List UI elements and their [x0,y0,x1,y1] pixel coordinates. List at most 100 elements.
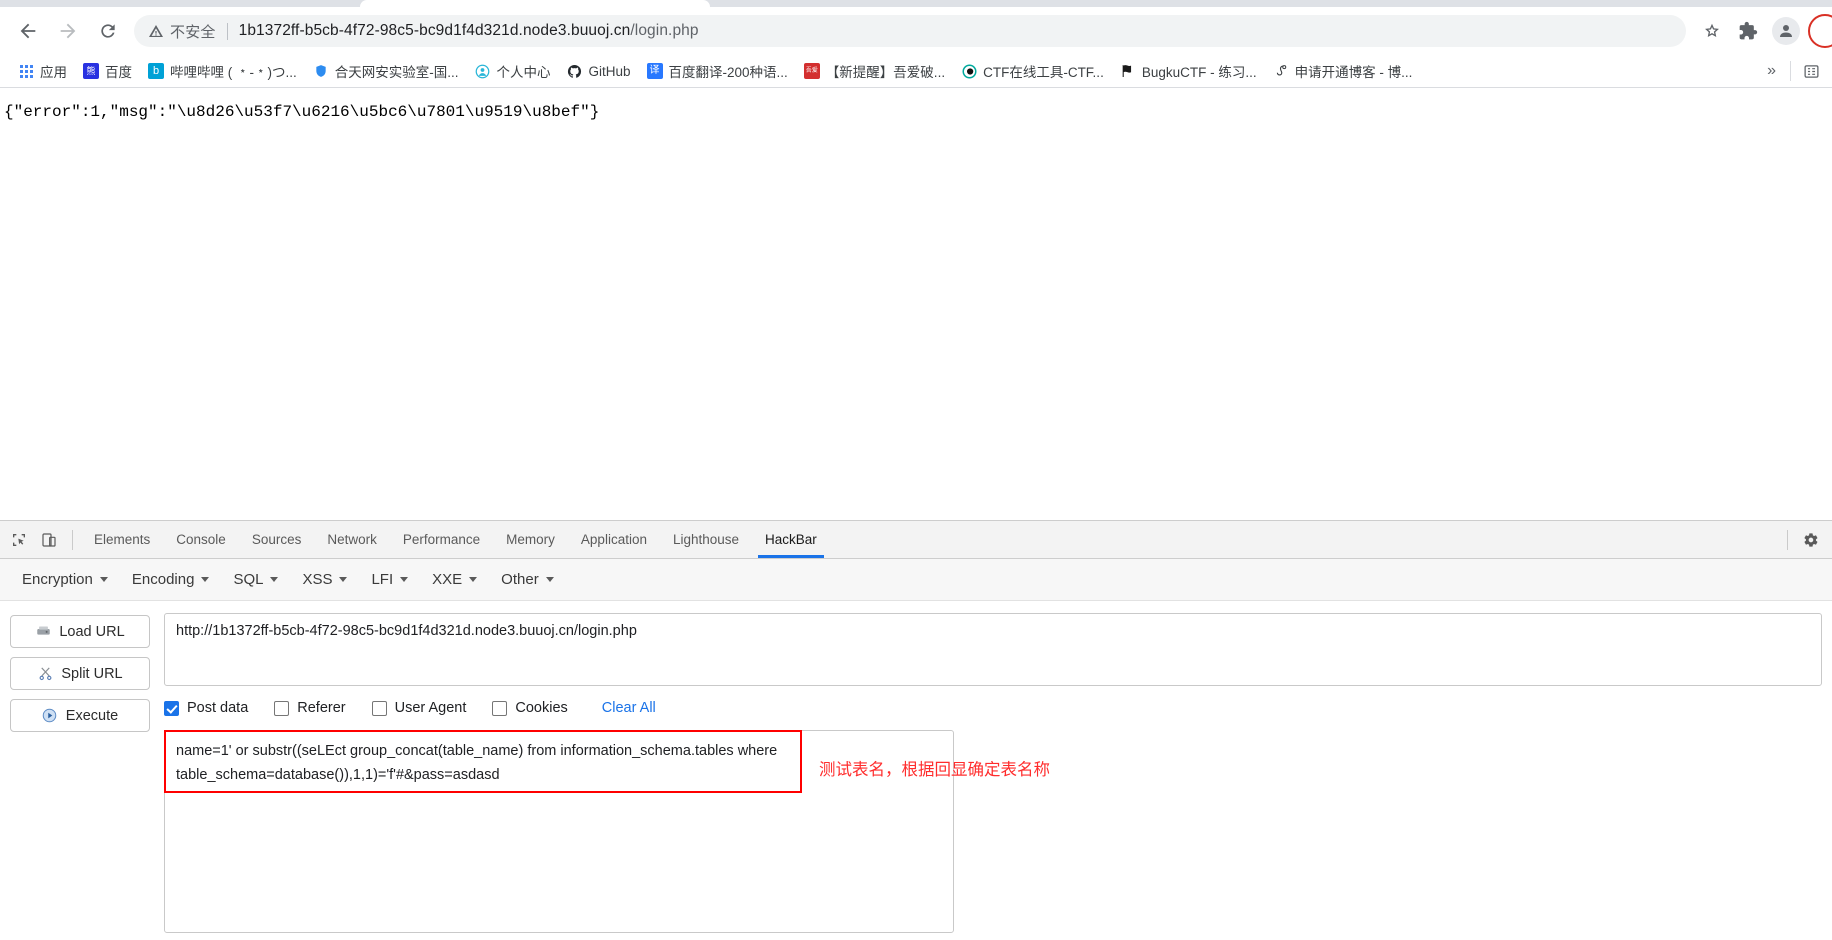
bookmarks-bar: 应用 熊 百度 b 哔哩哔哩 ( ﹡-﹡)つ... 合天网安实验室-国... 个… [0,55,1832,88]
devtools-right-divider [1787,529,1788,550]
menu-sql[interactable]: SQL [221,567,290,592]
menu-lfi[interactable]: LFI [359,567,420,592]
bookmark-baidu[interactable]: 熊 百度 [75,58,140,84]
bookmark-label: 百度 [105,65,132,80]
profile-button[interactable] [1772,17,1800,45]
hackbar-options-row: Post data Referer User Agent Cookies Cle… [164,686,1822,730]
menu-encoding[interactable]: Encoding [120,567,222,592]
flag-icon [1120,63,1136,79]
browser-chrome: 不安全 1b1372ff-b5cb-4f72-98c5-bc9d1f4d321d… [0,0,1832,88]
menu-xxe[interactable]: XXE [420,567,489,592]
bookmark-user-center[interactable]: 个人中心 [467,58,559,84]
chevron-down-icon [469,577,478,582]
bookmark-label: 哔哩哔哩 ( ﹡-﹡)つ... [170,65,297,80]
bookmark-label: 合天网安实验室-国... [334,65,459,80]
forward-button[interactable] [48,11,88,51]
tab-label: Application [580,532,647,547]
devtools-tabbar: Elements Console Sources Network Perform… [0,521,1832,559]
gear-icon[interactable] [1796,525,1826,555]
menu-xss[interactable]: XSS [290,567,359,592]
checkbox-label: Cookies [515,700,568,716]
execute-icon [42,708,58,724]
checkbox-label: User Agent [394,700,467,716]
browser-toolbar: 不安全 1b1372ff-b5cb-4f72-98c5-bc9d1f4d321d… [0,7,1832,55]
load-url-button[interactable]: Load URL [10,615,150,648]
bookmark-bugkuctf[interactable]: BugkuCTF - 练习... [1112,58,1265,84]
tab-label: Elements [94,532,151,547]
bookmark-52pojie[interactable]: 吾爱 【新提醒】吾爱破... [796,58,953,84]
ctf-tools-icon [961,63,977,79]
bookmark-github[interactable]: GitHub [559,58,639,84]
checkbox-cookies[interactable]: Cookies [492,700,568,716]
url-host: 1b1372ff-b5cb-4f72-98c5-bc9d1f4d321d.nod… [238,22,631,39]
toolbar-actions [1694,13,1832,49]
checkbox-box[interactable] [492,700,508,716]
forward-arrow-icon [60,23,76,39]
bookmark-star-button[interactable] [1694,13,1730,49]
clear-all-link[interactable]: Clear All [602,700,656,716]
reload-button[interactable] [88,11,128,51]
tab-memory[interactable]: Memory [493,521,568,558]
active-tab[interactable] [360,0,710,7]
security-status-label: 不安全 [170,23,216,41]
chevron-down-icon [99,577,108,582]
tab-hackbar[interactable]: HackBar [752,521,830,558]
reload-icon [101,24,115,38]
bookmark-blog[interactable]: 申请开通博客 - 博... [1265,58,1421,84]
omnibox[interactable]: 不安全 1b1372ff-b5cb-4f72-98c5-bc9d1f4d321d… [134,15,1686,47]
bookmarks-overflow-button[interactable]: » [1757,62,1786,80]
checkbox-box[interactable] [274,700,290,716]
execute-button[interactable]: Execute [10,699,150,732]
tab-performance[interactable]: Performance [390,521,493,558]
bookmark-apps[interactable]: 应用 [10,58,75,84]
menu-label: LFI [371,571,394,588]
tab-application[interactable]: Application [568,521,660,558]
tab-label: Network [327,532,377,547]
menu-encryption[interactable]: Encryption [10,567,120,592]
back-button[interactable] [8,11,48,51]
chevron-down-icon [270,577,279,582]
load-url-icon [35,624,51,640]
tab-console[interactable]: Console [163,521,239,558]
profile-highlight-ring[interactable] [1808,14,1832,48]
tab-label: Console [176,532,226,547]
bookmark-baidu-translate[interactable]: 译 百度翻译-200种语... [639,58,796,84]
tab-elements[interactable]: Elements [81,521,163,558]
checkbox-label: Referer [297,700,346,716]
button-label: Load URL [59,623,125,640]
blog-icon [1273,63,1289,79]
menu-label: Encryption [22,571,93,588]
menu-label: Other [501,571,539,588]
inspect-element-icon[interactable] [4,525,34,555]
bookmark-hetianlab[interactable]: 合天网安实验室-国... [305,58,467,84]
bookmarks-overflow: » [1757,61,1828,81]
checkbox-box[interactable] [371,700,387,716]
tab-sources[interactable]: Sources [239,521,315,558]
tab-label: Lighthouse [672,532,740,547]
device-toolbar-icon[interactable] [34,525,64,555]
button-label: Split URL [61,665,123,682]
puzzle-icon [1739,21,1758,40]
checkbox-post-data[interactable]: Post data [164,700,248,716]
bookmark-bilibili[interactable]: b 哔哩哔哩 ( ﹡-﹡)つ... [140,58,305,84]
tab-label: Memory [506,532,555,547]
hackbar-body: Load URL Split URL Execute http://1b1372… [0,601,1832,933]
checkbox-user-agent[interactable]: User Agent [371,700,467,716]
tab-lighthouse[interactable]: Lighthouse [660,521,752,558]
devtools-tabbar-right [1779,525,1832,555]
checkbox-referer[interactable]: Referer [274,700,346,716]
chevron-down-icon [339,577,348,582]
extensions-button[interactable] [1730,13,1766,49]
reading-list-icon[interactable] [1795,63,1828,80]
shield-icon [313,63,329,79]
menu-label: Encoding [131,571,195,588]
checkbox-box[interactable] [164,700,179,716]
bookmark-ctf-tools[interactable]: CTF在线工具-CTF... [953,58,1112,84]
tab-strip [0,0,1832,7]
apps-grid-icon [18,63,34,79]
baidu-icon: 熊 [83,63,99,79]
tab-network[interactable]: Network [314,521,390,558]
menu-other[interactable]: Other [489,567,566,592]
split-url-button[interactable]: Split URL [10,657,150,690]
url-input[interactable]: http://1b1372ff-b5cb-4f72-98c5-bc9d1f4d3… [164,613,1822,686]
